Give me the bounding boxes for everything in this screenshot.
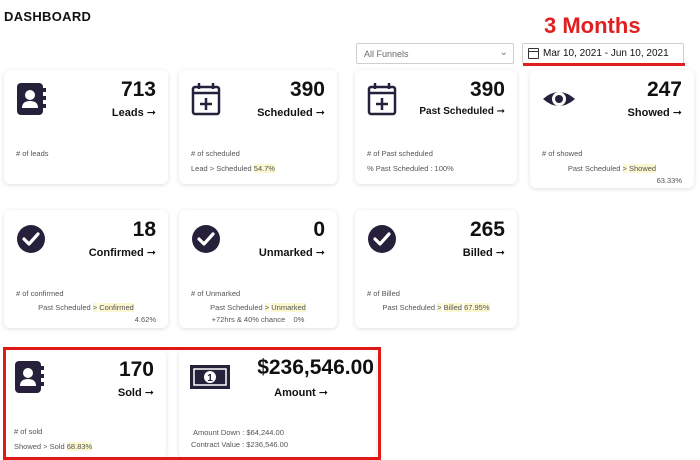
billed-ratio: Past Scheduled > Billed 67.95%	[382, 303, 490, 312]
chevron-down-icon: ⌄	[499, 47, 508, 58]
showed-count: 247	[646, 78, 682, 101]
annotation-underline	[523, 63, 685, 66]
highlight-annotation-box	[3, 347, 381, 460]
funnel-select[interactable]: All Funnels ⌄	[356, 43, 514, 64]
arrow-right-icon: ➞	[672, 107, 682, 119]
calendar-plus-icon	[191, 83, 221, 116]
past-scheduled-link[interactable]: Past Scheduled ➞	[419, 106, 505, 117]
confirmed-percent: 4.62%	[134, 315, 156, 324]
confirmed-caption: # of confirmed	[16, 289, 64, 298]
confirmed-ratio: Past Scheduled > Confirmed	[38, 303, 134, 312]
card-past-scheduled[interactable]: 390 Past Scheduled ➞ # of Past scheduled…	[355, 70, 517, 184]
card-unmarked[interactable]: 0 Unmarked ➞ # of Unmarked Past Schedule…	[179, 210, 337, 328]
scheduled-caption: # of scheduled	[191, 149, 240, 158]
calendar-icon	[528, 48, 539, 59]
past-scheduled-count: 390	[469, 78, 505, 101]
confirmed-count: 18	[132, 218, 156, 241]
scheduled-link[interactable]: Scheduled ➞	[257, 106, 325, 119]
leads-link[interactable]: Leads ➞	[112, 106, 156, 119]
past-scheduled-ratio: % Past Scheduled : 100%	[367, 164, 454, 173]
arrow-right-icon: ➞	[495, 247, 505, 259]
leads-caption: # of leads	[16, 149, 49, 158]
check-circle-icon	[17, 225, 45, 253]
arrow-right-icon: ➞	[315, 247, 325, 259]
billed-count: 265	[469, 218, 505, 241]
scheduled-count: 390	[289, 78, 325, 101]
showed-ratio: Past Scheduled > Showed	[567, 164, 657, 173]
date-range-value: Mar 10, 2021 - Jun 10, 2021	[543, 48, 669, 59]
card-confirmed[interactable]: 18 Confirmed ➞ # of confirmed Past Sched…	[4, 210, 168, 328]
arrow-right-icon: ➞	[146, 107, 156, 119]
funnel-select-value: All Funnels	[364, 49, 409, 59]
scheduled-ratio: Lead > Scheduled 54.7%	[191, 164, 276, 173]
showed-link[interactable]: Showed ➞	[628, 106, 682, 119]
unmarked-link[interactable]: Unmarked ➞	[259, 246, 325, 259]
arrow-right-icon: ➞	[496, 106, 505, 117]
check-circle-icon	[368, 225, 396, 253]
leads-count: 713	[120, 78, 156, 101]
unmarked-caption: # of Unmarked	[191, 289, 241, 298]
showed-caption: # of showed	[542, 149, 583, 158]
card-scheduled[interactable]: 390 Scheduled ➞ # of scheduled Lead > Sc…	[179, 70, 337, 184]
billed-link[interactable]: Billed ➞	[463, 246, 505, 259]
past-scheduled-caption: # of Past scheduled	[367, 149, 433, 158]
date-range-picker[interactable]: Mar 10, 2021 - Jun 10, 2021	[522, 43, 684, 64]
contact-book-icon	[17, 83, 46, 115]
unmarked-chance: +72hrs & 40% chance 0%	[211, 315, 305, 324]
page-title: DASHBOARD	[4, 9, 92, 24]
arrow-right-icon: ➞	[315, 107, 325, 119]
calendar-plus-icon	[367, 83, 397, 116]
showed-percent: 63.33%	[656, 176, 682, 185]
unmarked-count: 0	[313, 218, 325, 241]
unmarked-ratio: Past Scheduled > Unmarked	[210, 303, 306, 312]
period-annotation: 3 Months	[544, 13, 641, 38]
arrow-right-icon: ➞	[146, 247, 156, 259]
card-leads[interactable]: 713 Leads ➞ # of leads	[4, 70, 168, 184]
confirmed-link[interactable]: Confirmed ➞	[89, 246, 156, 259]
check-circle-icon	[192, 225, 220, 253]
card-billed[interactable]: 265 Billed ➞ # of Billed Past Scheduled …	[355, 210, 517, 328]
billed-caption: # of Billed	[367, 289, 400, 298]
eye-icon	[543, 92, 575, 106]
card-showed[interactable]: 247 Showed ➞ # of showed Past Scheduled …	[530, 70, 694, 188]
